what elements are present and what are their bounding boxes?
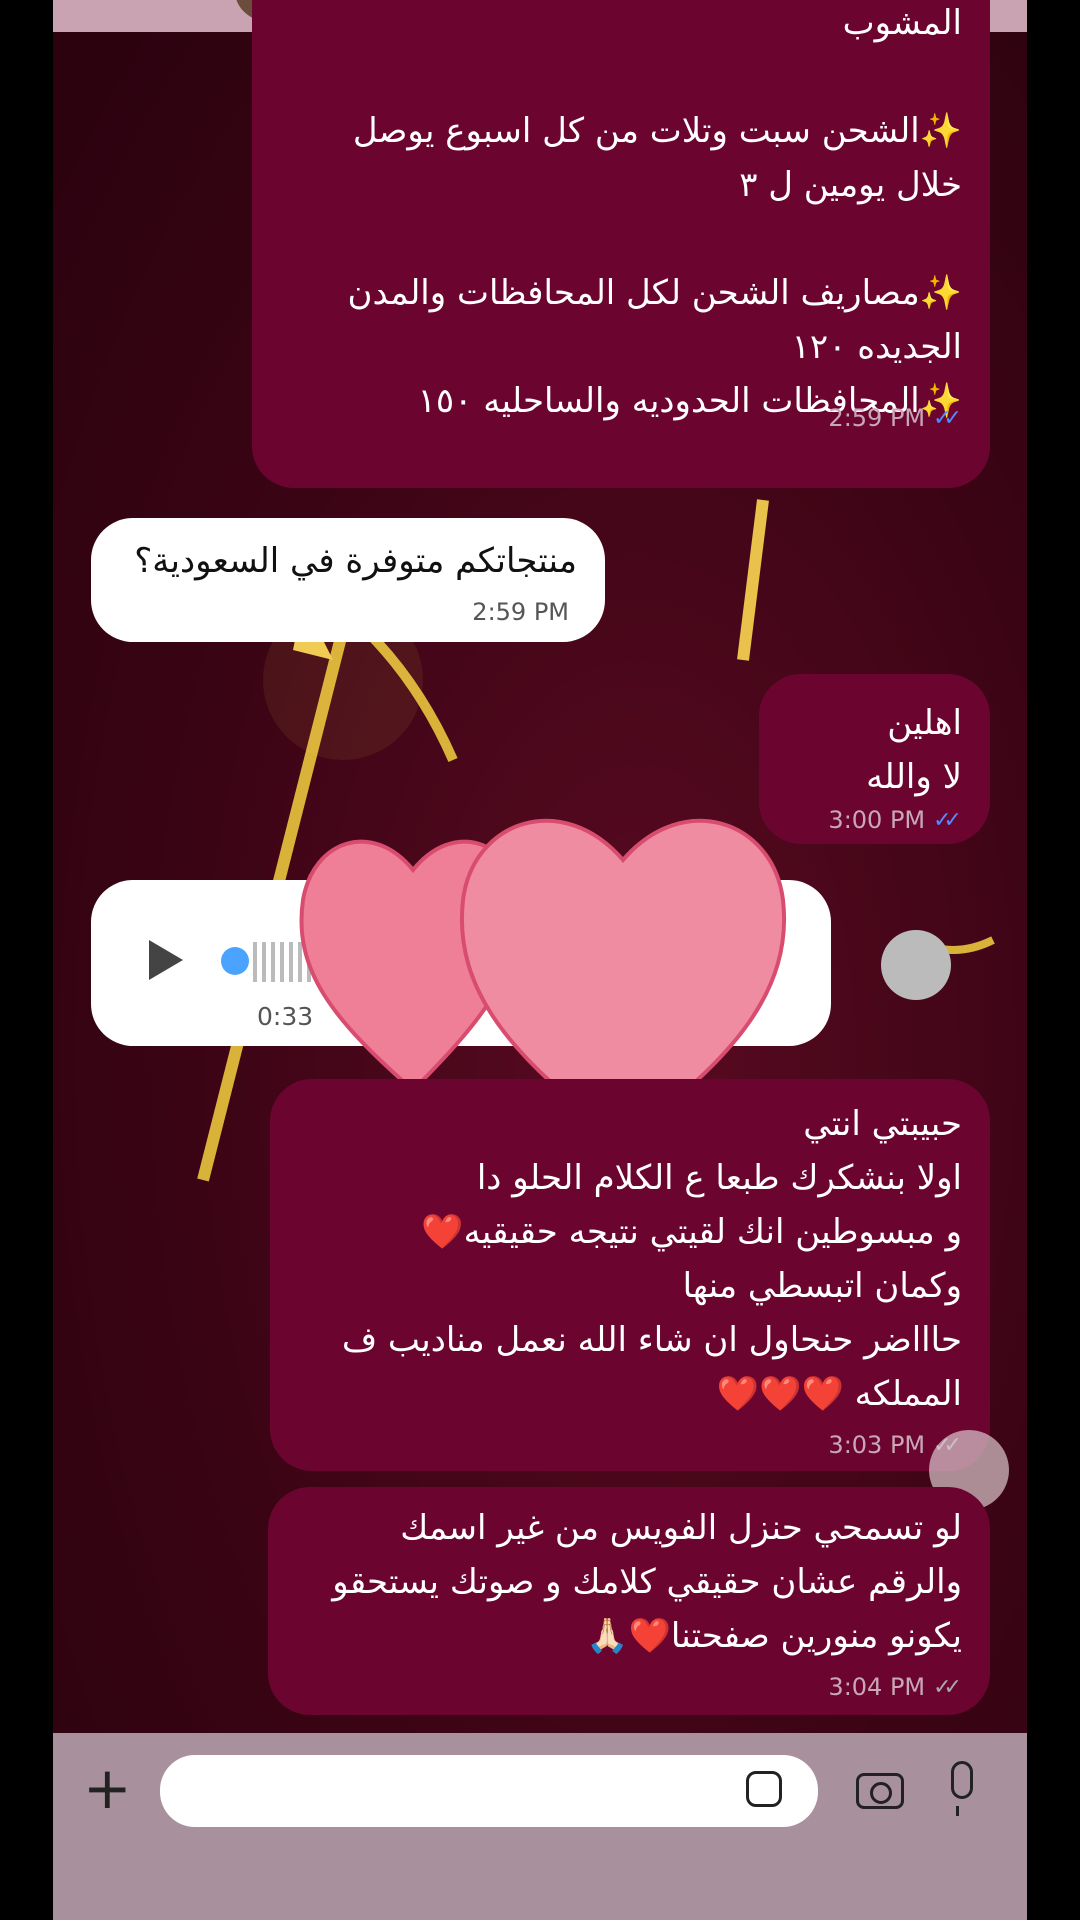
voice-waveform [253,942,513,982]
message-meta: 2:59 PM [472,598,569,626]
message-text: المشوب ✨الشحن سبت وتلات من كل اسبوع يوصل… [347,3,962,421]
message-bubble-outgoing[interactable]: حبيبتي انتي اولا بنشكرك طبعا ع الكلام ال… [270,1079,990,1471]
message-text: لو تسمحي حنزل الفويس من غير اسمك والرقم … [332,1508,962,1656]
sticker-icon[interactable] [746,1771,782,1807]
read-receipt-icon: ✓✓ [933,405,962,431]
message-bubble-incoming[interactable]: منتجاتكم متوفرة في السعودية؟ 2:59 PM [91,518,605,642]
message-text: منتجاتكم متوفرة في السعودية؟ [134,541,577,581]
message-bubble-outgoing[interactable]: المشوب ✨الشحن سبت وتلات من كل اسبوع يوصل… [252,0,990,488]
voice-mic-icon [881,930,951,1000]
voice-duration: 0:33 [257,1002,314,1031]
message-meta: 2:59 PM ✓✓ [828,404,962,432]
message-text: حبيبتي انتي اولا بنشكرك طبعا ع الكلام ال… [341,1104,962,1414]
message-time: 3:00 PM [828,806,926,834]
voice-duration-partial: 3 [589,1002,605,1031]
message-bubble-outgoing[interactable]: لو تسمحي حنزل الفويس من غير اسمك والرقم … [268,1487,990,1715]
camera-icon[interactable] [856,1773,904,1809]
microphone-icon[interactable] [951,1761,973,1816]
read-receipt-icon: ✓✓ [933,807,962,833]
playback-scrubber[interactable] [221,947,249,975]
message-meta: 3:04 PM ✓✓ [828,1673,962,1701]
delivered-receipt-icon: ✓✓ [933,1674,962,1700]
voice-message-bubble[interactable]: 0:33 3 [91,880,831,1046]
chat-screen: المشوب ✨الشحن سبت وتلات من كل اسبوع يوصل… [53,0,1027,1920]
message-time: 2:59 PM [828,404,926,432]
message-time: 3:03 PM [828,1431,926,1459]
message-bubble-outgoing[interactable]: اهلين لا والله 3:00 PM ✓✓ [759,674,990,844]
message-time: 3:04 PM [828,1673,926,1701]
plus-icon[interactable]: + [83,1759,132,1817]
message-meta: 3:00 PM ✓✓ [828,806,962,834]
message-input[interactable] [160,1755,818,1827]
message-time: 2:59 PM [472,598,569,626]
message-text: اهلين لا والله [866,703,962,797]
play-icon[interactable] [149,940,183,980]
composer-bar: + [53,1733,1027,1920]
